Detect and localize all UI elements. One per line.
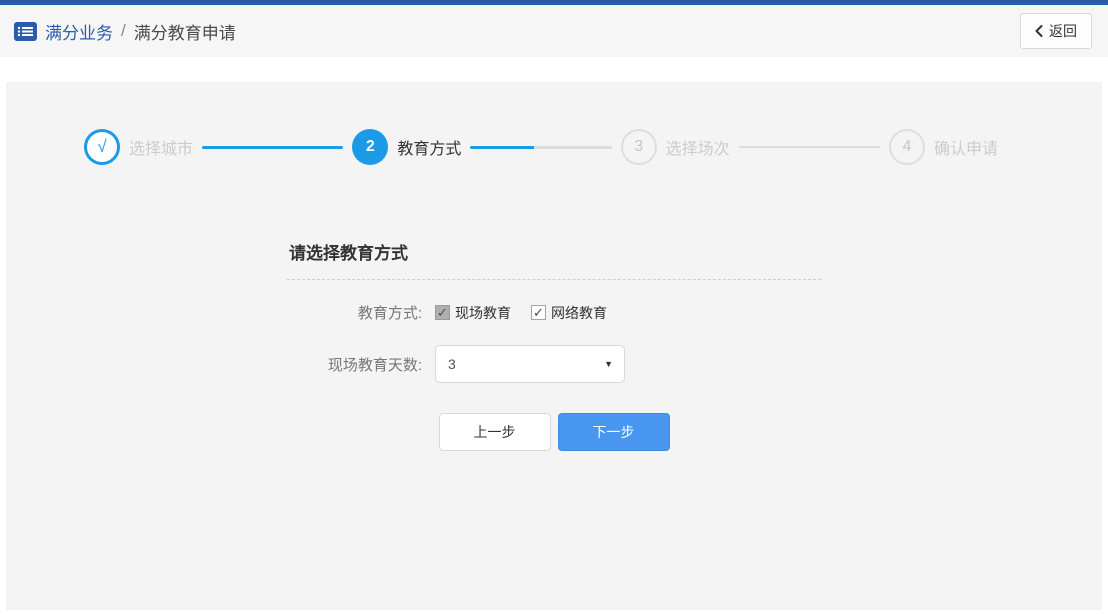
checkbox-checked-icon: ✓: [531, 305, 546, 320]
list-icon: [14, 21, 37, 41]
breadcrumb-page: 满分教育申请: [133, 23, 236, 43]
step-wizard: √ 选择城市 2 教育方式 3 选择场次 4 确认申请: [6, 82, 1102, 165]
checkbox-checked-disabled-icon: ✓: [435, 305, 450, 320]
onsite-days-label: 现场教育天数:: [327, 356, 422, 374]
onsite-days-select[interactable]: 3: [435, 345, 625, 383]
checkbox-label: 现场教育: [455, 304, 511, 321]
checkbox-online-education[interactable]: ✓ 网络教育: [531, 303, 607, 323]
main-panel: √ 选择城市 2 教育方式 3 选择场次 4 确认申请 请选择教育方式 教育方式…: [6, 82, 1102, 610]
wizard-step-select-city: √ 选择城市: [84, 129, 193, 165]
wizard-step-confirm-application: 4 确认申请: [888, 129, 998, 165]
step-connector: [738, 146, 880, 148]
education-method-form: 请选择教育方式 教育方式: ✓ 现场教育 ✓ 网络教育 现场教育天数: 3 ▼ …: [287, 239, 821, 451]
step-label: 确认申请: [933, 141, 998, 158]
next-step-button[interactable]: 下一步: [557, 413, 670, 451]
step-done-check-icon: √: [84, 129, 120, 165]
checkbox-label: 网络教育: [551, 304, 607, 321]
breadcrumb-section[interactable]: 满分业务: [45, 19, 113, 44]
page-header: 满分业务 / 满分教育申请 返回: [0, 5, 1108, 57]
step-label: 选择城市: [129, 141, 194, 158]
step-connector: [202, 145, 344, 149]
education-method-row: 教育方式: ✓ 现场教育 ✓ 网络教育: [287, 302, 821, 323]
onsite-days-row: 现场教育天数: 3 ▼: [287, 345, 821, 383]
step-label: 选择场次: [665, 141, 730, 158]
breadcrumb-separator: /: [121, 21, 126, 40]
breadcrumb: 满分业务 / 满分教育申请: [14, 19, 236, 44]
chevron-left-icon: [1035, 25, 1043, 37]
form-title: 请选择教育方式: [289, 244, 408, 263]
step-label: 教育方式: [397, 141, 462, 158]
step-number: 4: [888, 129, 925, 165]
wizard-step-education-method: 2 教育方式: [352, 129, 461, 165]
step-number: 3: [620, 129, 657, 165]
wizard-step-select-session: 3 选择场次: [620, 129, 730, 165]
form-actions: 上一步 下一步: [287, 413, 821, 451]
back-button-label: 返回: [1049, 23, 1077, 39]
onsite-days-select-wrap: 3 ▼: [435, 345, 625, 383]
previous-step-button[interactable]: 上一步: [438, 413, 551, 451]
back-button[interactable]: 返回: [1020, 13, 1092, 49]
step-number: 2: [352, 129, 389, 165]
checkbox-onsite-education[interactable]: ✓ 现场教育: [435, 303, 511, 323]
step-connector: [470, 145, 612, 149]
dashed-divider: [287, 279, 821, 280]
education-method-label: 教育方式:: [357, 305, 422, 322]
